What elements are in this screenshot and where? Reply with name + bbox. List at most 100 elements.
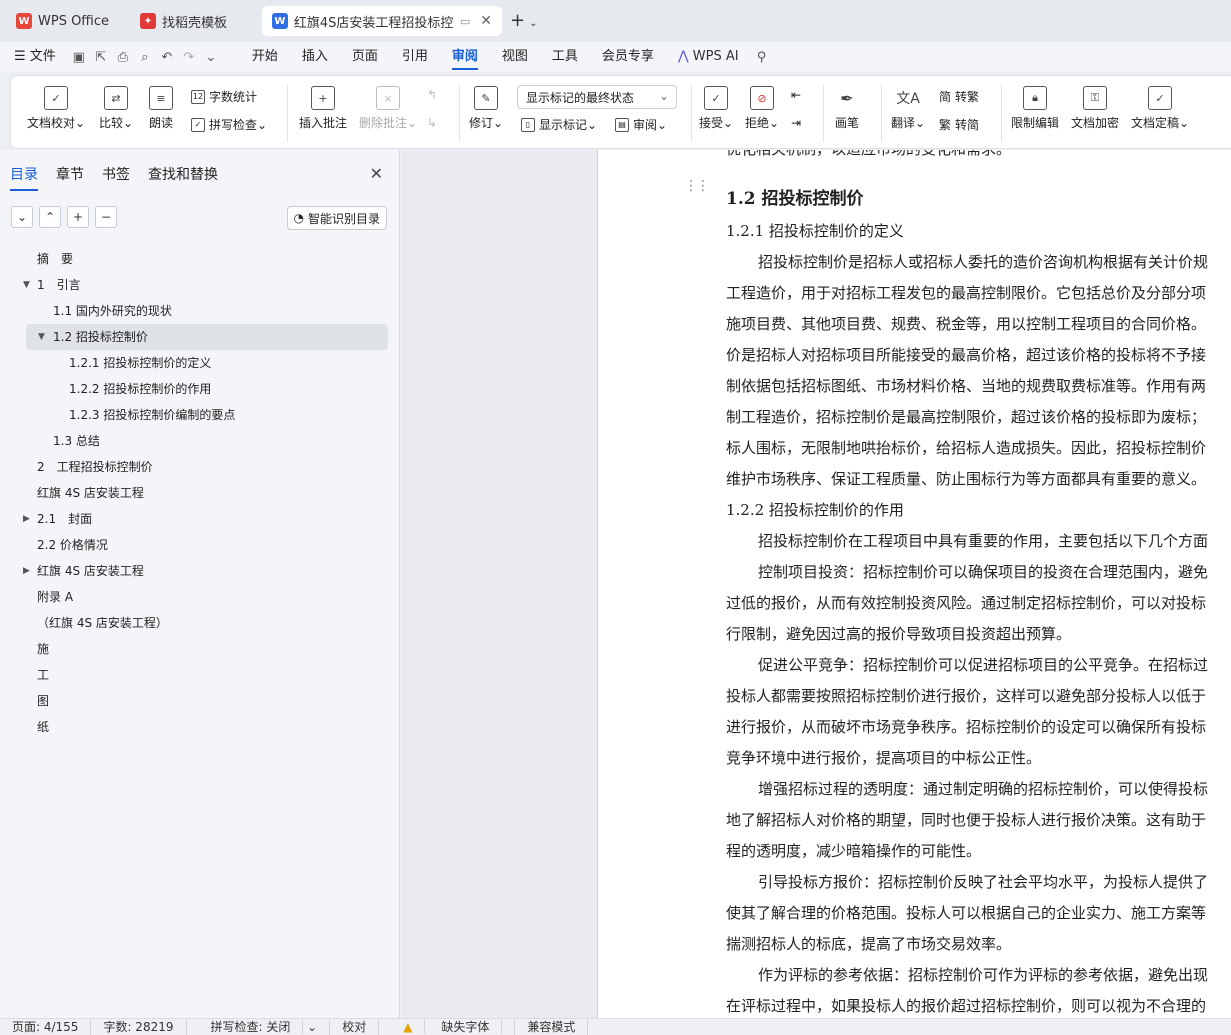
toc-item[interactable]: ▶ 红旗 4S 店安装工程 bbox=[0, 558, 400, 584]
missing-font-button[interactable]: ▲ 缺失字体 bbox=[379, 1019, 516, 1035]
paragraph-line: 促进公平竞争：招标控制价可以促进招标项目的公平竞争。在招标过 bbox=[758, 656, 1209, 674]
reject-icon: ⊘ bbox=[750, 86, 775, 110]
toc-item[interactable]: 1.3 总结 bbox=[0, 428, 400, 454]
tab-wps-office[interactable]: W WPS Office bbox=[6, 6, 122, 36]
toc-item[interactable]: 工 bbox=[0, 662, 400, 688]
menu-insert[interactable]: 插入 bbox=[290, 42, 340, 72]
tab-docer[interactable]: ✦ 找稻壳模板 bbox=[130, 6, 258, 36]
tab-chapters[interactable]: 章节 bbox=[56, 164, 84, 184]
paragraph-line: 招投标控制价是招标人或招标人委托的造价咨询机构根据有关计价规 bbox=[758, 253, 1209, 271]
tab-toc[interactable]: 目录 bbox=[10, 164, 38, 191]
export-icon[interactable]: ⇱ bbox=[90, 50, 112, 65]
compare-button[interactable]: ⇄ 比较⌄ bbox=[99, 86, 133, 131]
separator bbox=[287, 84, 288, 142]
toc-item[interactable]: 摘 要 bbox=[0, 246, 400, 272]
toc-item[interactable]: ▼ 1 引言 bbox=[0, 272, 400, 298]
show-markup-button[interactable]: ▯ 显示标记 ⌄ bbox=[521, 116, 597, 133]
page-indicator[interactable]: 页面: 4/155 bbox=[0, 1019, 92, 1035]
tab-bookmarks[interactable]: 书签 bbox=[102, 164, 130, 184]
add-heading-icon[interactable]: + bbox=[67, 206, 89, 228]
next-change-icon[interactable]: ⇥ bbox=[791, 116, 801, 130]
paragraph-line: 作为评标的参考依据：招标控制价可作为评标的参考依据，避免出现 bbox=[758, 966, 1209, 984]
insert-comment-button[interactable]: + 插入批注 bbox=[299, 86, 347, 131]
expand-arrow-icon[interactable]: ▼ bbox=[38, 324, 45, 350]
translate-button[interactable]: 文A 翻译⌄ bbox=[891, 86, 925, 131]
save-icon[interactable]: ▣ bbox=[68, 50, 90, 65]
toc-item[interactable]: 1.1 国内外研究的现状 bbox=[0, 298, 400, 324]
spell-check-button[interactable]: ✓ 拼写检查 ⌄ bbox=[191, 116, 267, 133]
more-quick-icon[interactable]: ⌄ bbox=[200, 50, 222, 65]
menu-view[interactable]: 视图 bbox=[490, 42, 540, 72]
menu-page[interactable]: 页面 bbox=[340, 42, 390, 72]
paragraph-line: 投标人都需要按照招标控制价进行报价，这样可以避免部分投标人以低于 bbox=[726, 687, 1207, 705]
review-pane-button[interactable]: ▤ 审阅 ⌄ bbox=[615, 116, 667, 133]
toc-item[interactable]: 纸 bbox=[0, 714, 400, 740]
separator bbox=[459, 84, 460, 142]
toc-item[interactable]: 2 工程招投标控制价 bbox=[0, 454, 400, 480]
undo-icon[interactable]: ↶ bbox=[156, 50, 178, 65]
encrypt-button[interactable]: ⚿ 文档加密 bbox=[1071, 86, 1119, 131]
proofread-button[interactable]: 校对 bbox=[330, 1019, 380, 1035]
tab-document[interactable]: W 红旗4S店安装工程招投标控制 ▭ ✕ bbox=[262, 6, 502, 36]
print-icon[interactable]: ⎙ bbox=[112, 50, 134, 65]
toc-item[interactable]: 1.2.3 招投标控制价编制的要点 bbox=[0, 402, 400, 428]
read-aloud-button[interactable]: ≡ 朗读 bbox=[149, 86, 173, 131]
document-canvas: ⋮⋮ 优化相关机制，以适应市场的变化和需求。 1.2 招投标控制价 1.2.1 … bbox=[401, 150, 1231, 1018]
remove-heading-icon[interactable]: − bbox=[95, 206, 117, 228]
menu-tools[interactable]: 工具 bbox=[540, 42, 590, 72]
expand-all-icon[interactable]: ⌄ bbox=[11, 206, 33, 228]
close-pane-icon[interactable]: ✕ bbox=[370, 164, 383, 183]
wps-ai-button[interactable]: ⋀ WPS AI bbox=[666, 42, 751, 72]
search-icon[interactable]: ⚲ bbox=[751, 50, 773, 65]
paragraph-line: 标人围标，无限制地哄抬标价，给招标人造成损失。因此，招投标控制价 bbox=[726, 439, 1207, 457]
menu-member[interactable]: 会员专享 bbox=[590, 42, 666, 72]
word-count-indicator[interactable]: 字数: 28219 bbox=[91, 1019, 187, 1035]
chevron-down-icon[interactable]: ⌄ bbox=[529, 18, 537, 29]
toc-item[interactable]: ▶ 2.1 封面 bbox=[0, 506, 400, 532]
toc-item[interactable]: 2.2 价格情况 bbox=[0, 532, 400, 558]
toc-item[interactable]: 施 bbox=[0, 636, 400, 662]
paragraph-line: 招投标控制价在工程项目中具有重要的作用，主要包括以下几个方面 bbox=[758, 532, 1209, 550]
markup-state-select[interactable]: 显示标记的最终状态 ⌄ bbox=[517, 85, 677, 109]
pen-button[interactable]: ✒ 画笔 bbox=[835, 86, 859, 131]
finalize-button[interactable]: ✓ 文档定稿⌄ bbox=[1131, 86, 1189, 131]
collapse-all-icon[interactable]: ⌃ bbox=[39, 206, 61, 228]
new-tab-button[interactable]: + ⌄ bbox=[510, 10, 537, 31]
toc-item[interactable]: 图 bbox=[0, 688, 400, 714]
toc-item[interactable]: 1.2.2 招投标控制价的作用 bbox=[0, 376, 400, 402]
word-count-button[interactable]: 12 字数统计 bbox=[191, 88, 257, 105]
revise-button[interactable]: ✎ 修订⌄ bbox=[469, 86, 503, 131]
paragraph-line: 工程造价，用于对招标工程发包的最高控制限价。它包括总价及分部分项 bbox=[726, 284, 1207, 302]
toc-item[interactable]: （红旗 4S 店安装工程） bbox=[0, 610, 400, 636]
heading-3: 1.2.1 招投标控制价的定义 bbox=[726, 222, 904, 240]
smart-toc-button[interactable]: ◔ 智能识别目录 bbox=[286, 206, 387, 230]
prev-change-icon[interactable]: ⇤ bbox=[791, 88, 801, 102]
accept-button[interactable]: ✓ 接受⌄ bbox=[699, 86, 733, 131]
close-tab-icon[interactable]: ✕ bbox=[480, 13, 492, 29]
toc-item[interactable]: 附录 A bbox=[0, 584, 400, 610]
toc-item-selected[interactable]: ▼ 1.2 招投标控制价 bbox=[26, 324, 388, 350]
print-preview-icon[interactable]: ⌕ bbox=[134, 50, 156, 65]
restrict-edit-button[interactable]: 🔒︎ 限制编辑 bbox=[1011, 86, 1059, 131]
expand-arrow-icon[interactable]: ▶ bbox=[23, 558, 30, 584]
toc-item[interactable]: 红旗 4S 店安装工程 bbox=[0, 480, 400, 506]
monitor-icon[interactable]: ▭ bbox=[460, 15, 470, 28]
to-traditional-button[interactable]: 简转繁 bbox=[939, 88, 979, 105]
tab-find-replace[interactable]: 查找和替换 bbox=[148, 164, 218, 184]
to-simplified-button[interactable]: 繁转简 bbox=[939, 116, 979, 133]
reject-button[interactable]: ⊘ 拒绝⌄ bbox=[745, 86, 779, 131]
redo-icon[interactable]: ↷ bbox=[178, 50, 200, 65]
heading-2: 1.2 招投标控制价 bbox=[726, 189, 864, 209]
drag-handle-icon[interactable]: ⋮⋮ bbox=[684, 178, 710, 194]
toc-item[interactable]: 1.2.1 招投标控制价的定义 bbox=[0, 350, 400, 376]
file-menu[interactable]: ☰ 文件 bbox=[0, 42, 68, 72]
word-doc-icon: W bbox=[272, 13, 288, 29]
menu-references[interactable]: 引用 bbox=[390, 42, 440, 72]
menu-home[interactable]: 开始 bbox=[240, 42, 290, 72]
menu-review[interactable]: 审阅 bbox=[440, 42, 490, 72]
expand-arrow-icon[interactable]: ▶ bbox=[23, 506, 30, 532]
doc-check-button[interactable]: ✓ 文档校对⌄ bbox=[27, 86, 85, 131]
document-page[interactable]: ⋮⋮ 优化相关机制，以适应市场的变化和需求。 1.2 招投标控制价 1.2.1 … bbox=[597, 150, 1231, 1018]
spell-check-toggle[interactable]: 拼写检查: 关闭 ⌄ bbox=[187, 1019, 331, 1035]
expand-arrow-icon[interactable]: ▼ bbox=[23, 272, 30, 298]
